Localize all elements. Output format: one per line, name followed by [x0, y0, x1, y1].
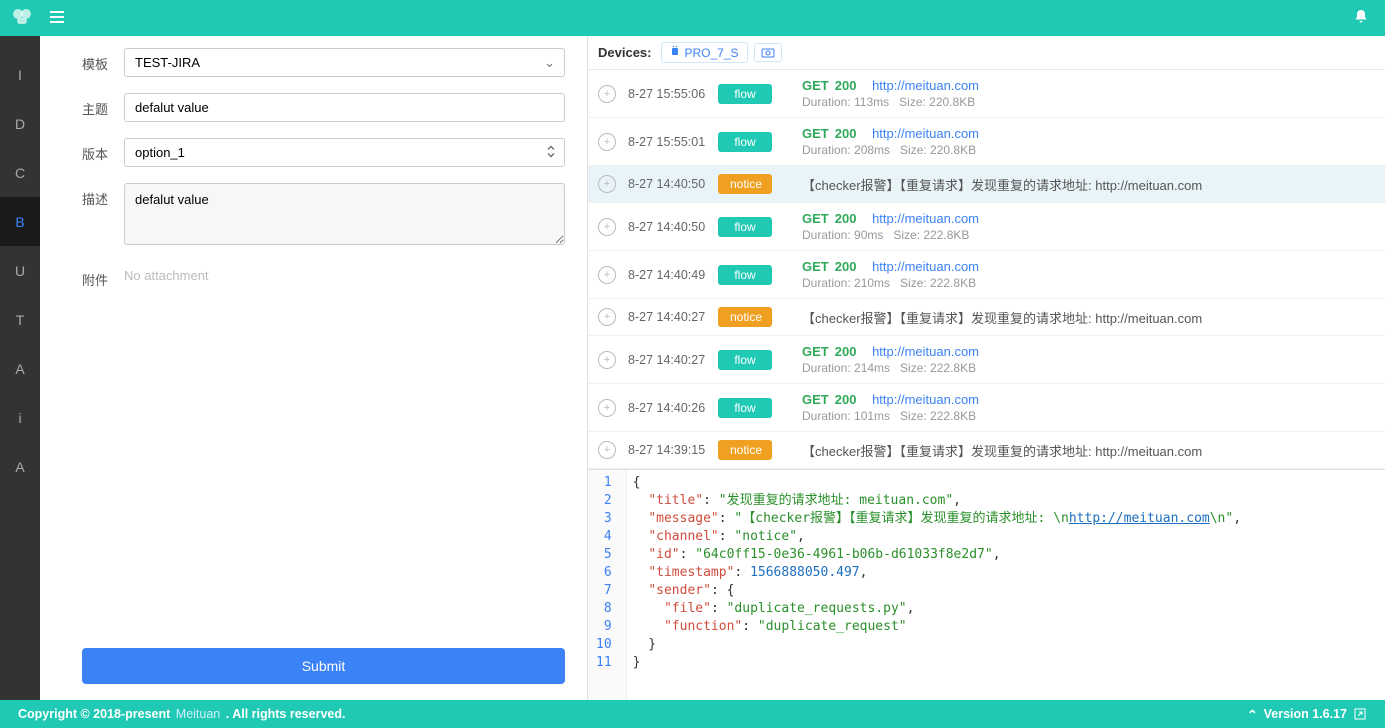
subject-input[interactable]	[124, 93, 565, 122]
form-panel: 模板 TEST-JIRA ⌄ 主题 版本	[40, 36, 588, 700]
code-content: { "title": "发现重复的请求地址: meituan.com", "me…	[627, 470, 1241, 700]
sidebar-item[interactable]: U	[0, 246, 40, 295]
desc-textarea[interactable]	[124, 183, 565, 245]
event-timestamp: 8-27 14:39:15	[628, 443, 718, 457]
event-row[interactable]: + 8-27 14:40:27 notice 【checker报警】【重复请求】…	[588, 299, 1385, 336]
event-badge: flow	[718, 398, 772, 418]
event-badge: flow	[718, 217, 772, 237]
expand-icon[interactable]: +	[598, 399, 616, 417]
expand-icon[interactable]: +	[598, 266, 616, 284]
footer: Copyright © 2018-present Meituan . All r…	[0, 700, 1385, 728]
chevron-up-icon: ⌃	[1247, 707, 1257, 722]
version-toggle[interactable]: ⌃ Version 1.6.17	[1247, 707, 1367, 722]
event-timestamp: 8-27 15:55:01	[628, 135, 718, 149]
attach-empty: No attachment	[124, 264, 565, 283]
event-badge: flow	[718, 265, 772, 285]
sidebar-item[interactable]: I	[0, 50, 40, 99]
template-select[interactable]: TEST-JIRA	[124, 48, 565, 77]
event-row[interactable]: + 8-27 14:40:26 flow GET 200 http://meit…	[588, 384, 1385, 432]
sidebar-item[interactable]: T	[0, 295, 40, 344]
code-viewer[interactable]: 1234567891011 { "title": "发现重复的请求地址: mei…	[588, 470, 1385, 700]
footer-link[interactable]: Meituan	[176, 707, 220, 721]
event-row[interactable]: + 8-27 14:40:27 flow GET 200 http://meit…	[588, 336, 1385, 384]
topbar	[0, 0, 1385, 36]
expand-icon[interactable]: +	[598, 351, 616, 369]
event-body: GET 200 http://meituan.com Duration: 101…	[802, 392, 1375, 423]
event-badge: notice	[718, 307, 772, 327]
event-body: GET 200 http://meituan.com Duration: 90m…	[802, 211, 1375, 242]
template-label: 模板	[82, 48, 124, 73]
event-timestamp: 8-27 14:40:50	[628, 177, 718, 191]
event-timestamp: 8-27 14:40:49	[628, 268, 718, 282]
expand-icon[interactable]: +	[598, 175, 616, 193]
event-body: 【checker报警】【重复请求】发现重复的请求地址: http://meitu…	[802, 175, 1375, 194]
event-list[interactable]: + 8-27 15:55:06 flow GET 200 http://meit…	[588, 70, 1385, 470]
event-badge: flow	[718, 132, 772, 152]
event-badge: notice	[718, 174, 772, 194]
event-body: GET 200 http://meituan.com Duration: 210…	[802, 259, 1375, 290]
event-timestamp: 8-27 14:40:50	[628, 220, 718, 234]
event-body: GET 200 http://meituan.com Duration: 113…	[802, 78, 1375, 109]
devices-label: Devices:	[598, 45, 651, 60]
event-row[interactable]: + 8-27 14:39:15 notice 【checker报警】【重复请求】…	[588, 432, 1385, 469]
version-select[interactable]: option_1	[124, 138, 565, 167]
event-row[interactable]: + 8-27 15:55:01 flow GET 200 http://meit…	[588, 118, 1385, 166]
events-panel: Devices: PRO_7_S + 8-27 15:55:06 flow GE…	[588, 36, 1385, 700]
event-timestamp: 8-27 15:55:06	[628, 87, 718, 101]
device-name: PRO_7_S	[684, 46, 738, 60]
version-text: Version 1.6.17	[1264, 707, 1347, 721]
event-row[interactable]: + 8-27 14:40:50 flow GET 200 http://meit…	[588, 203, 1385, 251]
sidebar-item[interactable]: A	[0, 442, 40, 491]
submit-button[interactable]: Submit	[82, 648, 565, 684]
event-badge: flow	[718, 84, 772, 104]
logo-icon	[8, 4, 36, 32]
line-gutter: 1234567891011	[588, 470, 627, 700]
sidebar-item[interactable]: B	[0, 197, 40, 246]
android-icon	[670, 45, 680, 60]
expand-icon[interactable]: +	[598, 85, 616, 103]
expand-icon[interactable]: +	[598, 133, 616, 151]
copyright-suffix: . All rights reserved.	[222, 707, 345, 721]
event-timestamp: 8-27 14:40:27	[628, 310, 718, 324]
devices-bar: Devices: PRO_7_S	[588, 36, 1385, 70]
menu-toggle-icon[interactable]	[48, 8, 66, 29]
event-timestamp: 8-27 14:40:27	[628, 353, 718, 367]
event-body: GET 200 http://meituan.com Duration: 214…	[802, 344, 1375, 375]
expand-icon[interactable]: +	[598, 218, 616, 236]
notifications-icon[interactable]	[1353, 9, 1369, 28]
external-icon	[1353, 707, 1367, 721]
sidebar-item[interactable]: C	[0, 148, 40, 197]
sidebar-item[interactable]: i	[0, 393, 40, 442]
attach-label: 附件	[82, 264, 124, 289]
event-body: 【checker报警】【重复请求】发现重复的请求地址: http://meitu…	[802, 441, 1375, 460]
desc-label: 描述	[82, 183, 124, 208]
sidebar-item[interactable]: D	[0, 99, 40, 148]
event-row[interactable]: + 8-27 15:55:06 flow GET 200 http://meit…	[588, 70, 1385, 118]
expand-icon[interactable]: +	[598, 308, 616, 326]
event-row[interactable]: + 8-27 14:40:50 notice 【checker报警】【重复请求】…	[588, 166, 1385, 203]
device-chip[interactable]: PRO_7_S	[661, 42, 747, 63]
version-label: 版本	[82, 138, 124, 163]
event-row[interactable]: + 8-27 14:40:49 flow GET 200 http://meit…	[588, 251, 1385, 299]
event-badge: flow	[718, 350, 772, 370]
screenshot-button[interactable]	[754, 43, 782, 62]
event-body: 【checker报警】【重复请求】发现重复的请求地址: http://meitu…	[802, 308, 1375, 327]
sidebar-item[interactable]: A	[0, 344, 40, 393]
copyright-prefix: Copyright © 2018-present	[18, 707, 174, 721]
subject-label: 主题	[82, 93, 124, 118]
sidebar: IDCBUTAiA	[0, 36, 40, 700]
expand-icon[interactable]: +	[598, 441, 616, 459]
event-body: GET 200 http://meituan.com Duration: 208…	[802, 126, 1375, 157]
event-badge: notice	[718, 440, 772, 460]
event-timestamp: 8-27 14:40:26	[628, 401, 718, 415]
